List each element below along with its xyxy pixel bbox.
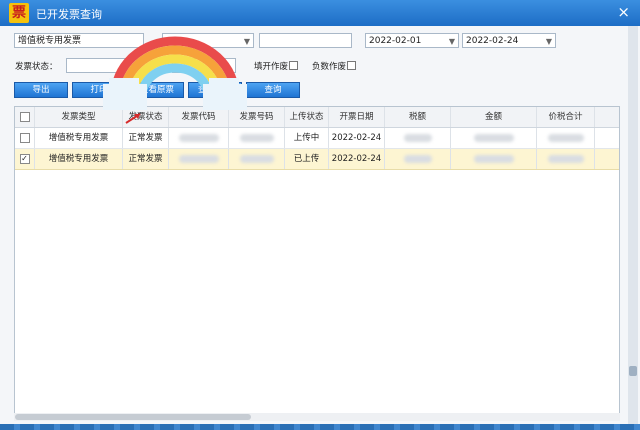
select-all-cell[interactable] bbox=[15, 107, 35, 127]
title-bar: 票 已开发票查询 × bbox=[0, 0, 640, 26]
amount-cell bbox=[451, 128, 537, 148]
scroll-thumb[interactable] bbox=[15, 414, 251, 420]
column-header[interactable]: 税额 bbox=[385, 107, 451, 127]
query-button[interactable]: 查询 bbox=[246, 82, 300, 98]
view-original-button[interactable]: 查看原票 bbox=[130, 82, 184, 98]
negative-label: 负数作废 bbox=[312, 62, 347, 72]
code-cell bbox=[169, 128, 229, 148]
column-header[interactable]: 发票类型 bbox=[35, 107, 123, 127]
cancel-checkbox[interactable] bbox=[289, 61, 298, 70]
row-select-cell[interactable] bbox=[15, 128, 35, 148]
invoice-status-label: 发票状态： bbox=[15, 62, 58, 72]
end-date-value: 2022-02-24 bbox=[466, 36, 519, 46]
filter-select-4[interactable] bbox=[172, 58, 236, 73]
print-button[interactable]: 打印 bbox=[72, 82, 126, 98]
number-cell bbox=[229, 128, 285, 148]
total-cell bbox=[537, 149, 595, 169]
invoice-app-icon: 票 bbox=[9, 3, 29, 23]
vertical-scrollbar[interactable] bbox=[628, 26, 638, 430]
total-cell bbox=[537, 128, 595, 148]
end-date-field[interactable]: 2022-02-24 ▼ bbox=[462, 33, 556, 48]
close-icon[interactable]: × bbox=[617, 3, 630, 21]
window-client: 增值税专用发票 ▼ 2022-02-01 ▼ 2022-02-24 ▼ 发票状态… bbox=[0, 26, 640, 430]
status-cell: 正常发票 bbox=[123, 149, 169, 169]
table-header: 发票类型 发票状态 发票代码 发票号码 上传状态 开票日期 税额 金额 价税合计 bbox=[15, 107, 619, 128]
window-title: 已开发票查询 bbox=[36, 8, 102, 21]
red-arrow-icon bbox=[125, 113, 141, 124]
row-checkbox[interactable] bbox=[19, 132, 30, 143]
invoice-type-select[interactable]: 增值税专用发票 bbox=[14, 33, 144, 48]
table-row[interactable]: ✓ 增值税专用发票 正常发票 已上传 2022-02-24 bbox=[15, 149, 619, 170]
row-select-cell[interactable]: ✓ bbox=[15, 149, 35, 169]
tax-cell bbox=[385, 128, 451, 148]
column-header[interactable]: 金额 bbox=[451, 107, 537, 127]
column-header[interactable]: 开票日期 bbox=[329, 107, 385, 127]
column-header[interactable]: 价税合计 bbox=[537, 107, 595, 127]
horizontal-scrollbar[interactable] bbox=[14, 413, 620, 421]
chevron-down-icon: ▼ bbox=[545, 37, 552, 46]
date-cell: 2022-02-24 bbox=[329, 149, 385, 169]
cancel-label: 填开作废 bbox=[254, 62, 289, 72]
column-header[interactable]: 发票代码 bbox=[169, 107, 229, 127]
taskbar-strip bbox=[0, 424, 640, 430]
filter-select-2[interactable]: ▼ bbox=[162, 33, 254, 48]
invoice-table: 发票类型 发票状态 发票代码 发票号码 上传状态 开票日期 税额 金额 价税合计… bbox=[14, 106, 620, 421]
chevron-down-icon: ▼ bbox=[448, 37, 455, 46]
type-cell: 增值税专用发票 bbox=[35, 149, 123, 169]
upload-status-cell: 已上传 bbox=[285, 149, 329, 169]
invoice-type-value: 增值税专用发票 bbox=[18, 36, 82, 46]
select-all-checkbox[interactable] bbox=[19, 111, 30, 122]
tax-cell bbox=[385, 149, 451, 169]
row-checkbox[interactable]: ✓ bbox=[19, 153, 30, 164]
amount-cell bbox=[451, 149, 537, 169]
filter-input-3[interactable] bbox=[259, 33, 352, 48]
status-cell: 正常发票 bbox=[123, 128, 169, 148]
start-date-field[interactable]: 2022-02-01 ▼ bbox=[365, 33, 459, 48]
query-settings-button[interactable]: 查询设置 bbox=[188, 82, 242, 98]
code-cell bbox=[169, 149, 229, 169]
column-header[interactable]: 上传状态 bbox=[285, 107, 329, 127]
scroll-thumb[interactable] bbox=[629, 366, 637, 376]
export-button[interactable]: 导出 bbox=[14, 82, 68, 98]
invoice-status-select[interactable] bbox=[66, 58, 126, 73]
type-cell: 增值税专用发票 bbox=[35, 128, 123, 148]
date-cell: 2022-02-24 bbox=[329, 128, 385, 148]
number-cell bbox=[229, 149, 285, 169]
chevron-down-icon: ▼ bbox=[243, 37, 250, 46]
table-row[interactable]: 增值税专用发票 正常发票 上传中 2022-02-24 bbox=[15, 128, 619, 149]
upload-status-cell: 上传中 bbox=[285, 128, 329, 148]
start-date-value: 2022-02-01 bbox=[369, 36, 422, 46]
column-header[interactable]: 发票号码 bbox=[229, 107, 285, 127]
negative-checkbox[interactable] bbox=[347, 61, 356, 70]
